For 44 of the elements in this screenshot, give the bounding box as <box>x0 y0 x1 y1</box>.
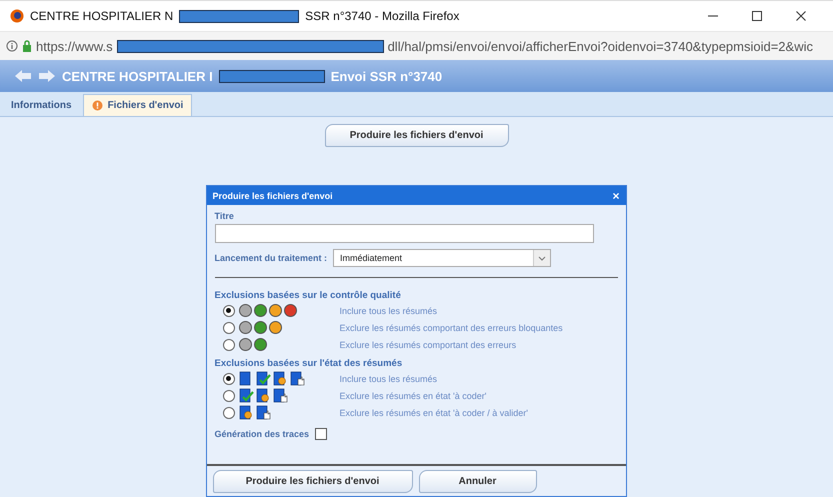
option-label: Exclure les résumés en état 'à coder / à valider' <box>340 408 528 418</box>
document-icon <box>238 371 254 386</box>
option-label: Exclure les résumés en état 'à coder' <box>340 390 487 400</box>
field-label: Titre <box>214 211 235 221</box>
section-heading: Exclusions basées sur l'état des résumés <box>214 358 404 369</box>
field-label: Génération des traces <box>214 429 310 439</box>
option-label: Exclure les résumés comportant des erreurs bloquantes <box>340 322 563 332</box>
close-icon[interactable] <box>795 10 807 22</box>
url-text: dll/hal/pmsi/envoi/envoi/afficherEnvoi?oidenvoi=3740&typepmsioid=2&wic <box>388 38 813 54</box>
url-text: https://www.s <box>36 38 113 54</box>
section-heading: Exclusions basées sur le contrôle qualité <box>214 290 402 301</box>
radio-button[interactable] <box>222 304 234 316</box>
lock-icon <box>22 40 32 52</box>
window-title: SSR n°3740 - Mozilla Firefox <box>305 9 460 23</box>
cancel-button[interactable]: Annuler <box>418 470 536 492</box>
info-icon <box>6 40 18 52</box>
produce-files-button[interactable]: Produire les fichiers d'envoi <box>324 124 508 147</box>
caret-icon <box>538 256 546 260</box>
radio-button[interactable] <box>222 406 234 418</box>
produce-files-button[interactable]: Produire les fichiers d'envoi <box>212 470 412 492</box>
radio-button[interactable] <box>222 322 234 334</box>
document-hand-icon <box>272 388 288 403</box>
title-input-field[interactable] <box>214 224 594 243</box>
document-hand-icon <box>256 405 270 420</box>
header-title: CENTRE HOSPITALIER I <box>62 68 213 84</box>
option-label: Exclure les résumés comportant des erreurs <box>340 340 516 350</box>
window-title: CENTRE HOSPITALIER N <box>30 9 174 23</box>
tab[interactable]: Fichiers d'envoi <box>82 94 192 116</box>
browser-logo-icon <box>10 9 24 23</box>
radio-button[interactable] <box>222 390 234 402</box>
option-label: Inclure tous les résumés <box>340 374 438 384</box>
dialog-title: Produire les fichiers d'envoi <box>212 190 333 200</box>
maximize-icon[interactable] <box>751 10 763 22</box>
radio-button[interactable] <box>222 338 234 350</box>
checkbox[interactable] <box>315 428 328 440</box>
launch-dropdown[interactable]: Immédiatement <box>333 249 552 267</box>
header-title: Envoi SSR n°3740 <box>330 68 442 84</box>
field-label: Lancement du traitement : <box>214 253 328 263</box>
option-label: Inclure tous les résumés <box>340 306 438 316</box>
radio-button[interactable] <box>222 372 234 384</box>
document-hand-icon <box>290 371 304 386</box>
document-check-icon <box>238 388 254 403</box>
document-check-icon <box>256 371 270 386</box>
close-button[interactable]: × <box>612 188 620 202</box>
